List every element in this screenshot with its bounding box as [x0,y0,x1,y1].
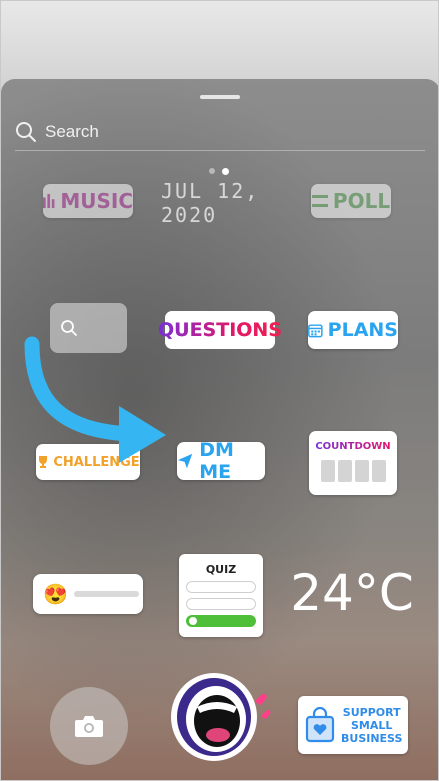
countdown-digit [371,460,386,482]
search-sticker[interactable] [50,303,127,353]
plans-sticker[interactable]: PLANS [308,311,398,349]
divider [15,150,425,151]
dm-me-sticker-label: DM ME [199,439,234,483]
countdown-sticker-label: COUNTDOWN [315,441,391,452]
search-icon [16,122,36,142]
slider-track [73,591,139,597]
countdown-digit [320,460,335,482]
check-icon [189,617,197,625]
music-sticker[interactable]: MUSIC [43,184,133,218]
heart-icon [261,710,271,719]
page-indicator [209,167,229,175]
questions-sticker[interactable]: QUESTIONS [158,311,282,349]
support-line-2: SMALL [351,718,393,732]
quiz-option [186,581,256,593]
page-dot [209,168,215,174]
camera-sticker[interactable] [50,687,128,765]
date-sticker-label: JUL 12, 2020 [161,179,260,227]
search-icon [61,320,77,336]
heart-icon [255,693,267,705]
quiz-sticker[interactable]: QUIZ [179,554,263,637]
heart-eyes-emoji-icon: 😍 [43,583,68,606]
countdown-digits [320,460,386,482]
countdown-sticker[interactable]: COUNTDOWN [309,431,397,495]
support-small-business-sticker[interactable]: SUPPORT SMALL BUSINESS [298,696,408,754]
camera-icon [75,716,103,737]
drag-handle[interactable] [200,95,240,99]
music-sticker-label: MUSIC [60,189,133,213]
questions-sticker-label: QUESTIONS [158,319,283,341]
quiz-option [186,598,256,610]
screen: Search MUSIC JUL 12, 2020 POLL QUESTIONS… [0,0,439,781]
challenge-sticker[interactable]: CHALLENGE [36,444,140,480]
support-line-1: SUPPORT [342,705,401,719]
temperature-label: 24°C [290,564,414,622]
emoji-slider-sticker[interactable]: 😍 [33,574,143,614]
countdown-digit [354,460,369,482]
tongue-icon [206,728,230,742]
challenge-sticker-label: CHALLENGE [53,454,140,470]
sticker-tray: Search MUSIC JUL 12, 2020 POLL QUESTIONS… [1,79,438,780]
shopping-bag-icon [305,707,335,743]
poll-sticker[interactable]: POLL [311,184,391,218]
search-placeholder: Search [45,122,99,141]
page-dot-active [222,167,229,175]
plans-sticker-label: PLANS [327,319,398,341]
dm-me-sticker[interactable]: DM ME [177,439,265,483]
date-sticker[interactable]: JUL 12, 2020 [161,179,281,227]
support-small-business-label: SUPPORT SMALL BUSINESS [341,706,402,745]
quiz-option-correct [186,615,256,627]
sticker-search-bar[interactable]: Search [15,113,423,151]
temperature-sticker[interactable]: 24°C [290,557,414,629]
music-icon [43,193,55,209]
poll-sticker-label: POLL [332,189,391,213]
poll-icon [311,195,328,207]
support-line-3: BUSINESS [341,731,403,745]
calendar-icon [308,323,323,337]
countdown-digit [337,460,352,482]
shouting-mouth-sticker[interactable] [164,667,279,767]
paper-plane-icon [177,453,193,469]
quiz-sticker-label: QUIZ [205,563,237,576]
trophy-icon [39,456,48,468]
